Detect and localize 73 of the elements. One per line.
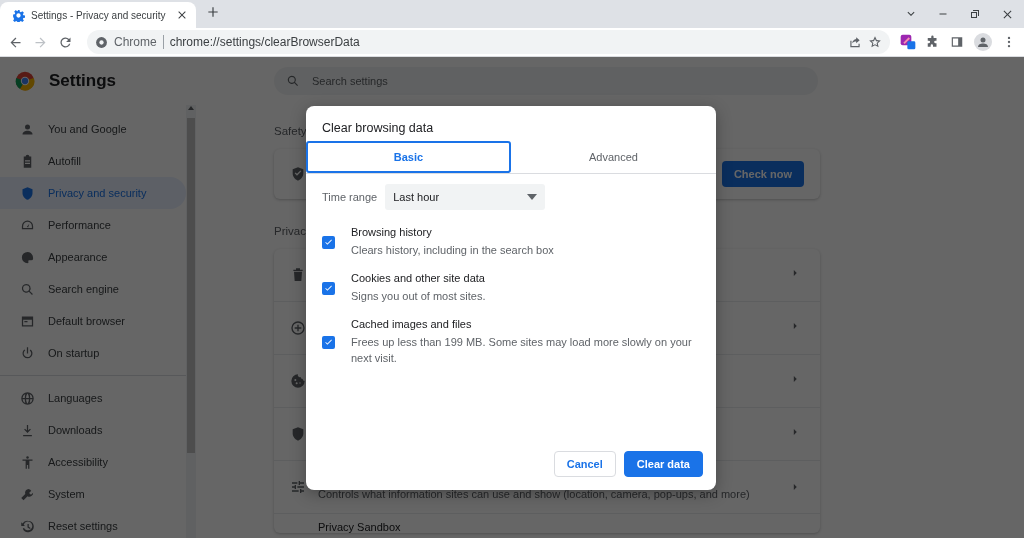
sidebar-item[interactable]: You and Google (0, 113, 186, 145)
dialog-tab[interactable]: Advanced (511, 141, 716, 173)
option-title: Cached images and files (351, 318, 473, 330)
reload-icon[interactable] (58, 34, 73, 50)
sidebar-item[interactable]: Appearance (0, 241, 186, 273)
share-icon[interactable] (848, 35, 862, 49)
trash-icon (290, 267, 306, 283)
chrome-logo-icon (15, 71, 35, 91)
scrollbar[interactable] (186, 105, 196, 538)
shield-icon (290, 426, 306, 442)
sliders-icon (290, 479, 306, 495)
globe-icon (20, 390, 35, 406)
cancel-button[interactable]: Cancel (553, 451, 616, 477)
plus-icon[interactable] (206, 5, 220, 19)
shield-icon (20, 185, 35, 201)
checkmark-icon (324, 337, 333, 347)
sidebar-item[interactable]: Search engine (0, 273, 186, 305)
page-title: Settings (49, 71, 117, 91)
sidebar-item[interactable]: Autofill (0, 145, 186, 177)
profile-avatar[interactable] (974, 33, 992, 51)
checkbox[interactable] (322, 281, 335, 295)
clear-data-button[interactable]: Clear data (623, 451, 703, 477)
search-bar[interactable]: Search settings (274, 67, 818, 95)
cookie-icon (290, 373, 306, 389)
option-title: Cookies and other site data (351, 272, 486, 284)
dialog-title: Clear browsing data (321, 120, 435, 137)
restore-icon[interactable] (969, 8, 981, 20)
sidebar-item[interactable]: Accessibility (0, 446, 186, 478)
shield-check-icon (290, 166, 306, 182)
sidebar-item[interactable]: System (0, 478, 186, 510)
checkbox[interactable] (322, 235, 335, 249)
accessibility-icon (20, 454, 35, 470)
close-icon[interactable] (176, 9, 188, 21)
chrome-icon (95, 35, 108, 49)
site-label: Chrome (114, 35, 157, 49)
section-heading: Privac (274, 225, 306, 239)
sidebar-item[interactable]: Languages (0, 382, 186, 414)
search-icon (286, 74, 300, 88)
side-panel-icon[interactable] (950, 35, 964, 49)
palette-icon (20, 249, 35, 265)
checkmark-icon (324, 283, 333, 293)
star-icon[interactable] (868, 35, 882, 49)
puzzle-icon[interactable] (926, 35, 940, 49)
option-description: Signs you out of most sites. (351, 289, 487, 304)
checkmark-icon (324, 237, 333, 247)
row-title: Privacy Sandbox (318, 521, 401, 533)
sidebar-item[interactable]: Downloads (0, 414, 186, 446)
search-icon (20, 281, 35, 297)
field-label: Time range (322, 191, 378, 203)
search-input[interactable]: Search settings (310, 74, 806, 88)
sidebar-item[interactable]: Default browser (0, 305, 186, 337)
option-description: Frees up less than 199 MB. Some sites may load more slowly on your next visit. (351, 335, 693, 366)
sidebar-item[interactable]: On startup (0, 337, 186, 369)
extension-badge-icon[interactable] (900, 34, 916, 50)
address-bar[interactable]: chrome://settings/clearBrowserData (169, 35, 842, 49)
section-heading: Safety (274, 125, 307, 139)
sidebar-item[interactable]: Reset settings (0, 510, 186, 538)
time-range-dropdown[interactable]: Last hour (385, 184, 546, 210)
wrench-icon (20, 486, 35, 502)
checkbox[interactable] (322, 335, 335, 349)
sidebar-item[interactable]: Performance (0, 209, 186, 241)
history-icon (20, 518, 35, 534)
download-icon (20, 422, 35, 438)
caret-icon (527, 194, 538, 200)
gear-icon (12, 8, 25, 22)
sidebar-item[interactable]: Privacy and security (0, 177, 186, 209)
browser-tab[interactable]: Settings - Privacy and security (0, 2, 196, 28)
power-icon (20, 345, 35, 361)
scroll-up-arrow-icon[interactable] (188, 105, 194, 110)
option-title: Browsing history (351, 226, 433, 238)
option-description: Clears history, including in the search box (351, 243, 555, 258)
dialog-tab[interactable]: Basic (306, 141, 511, 173)
check-now-button[interactable]: Check now (721, 161, 804, 187)
